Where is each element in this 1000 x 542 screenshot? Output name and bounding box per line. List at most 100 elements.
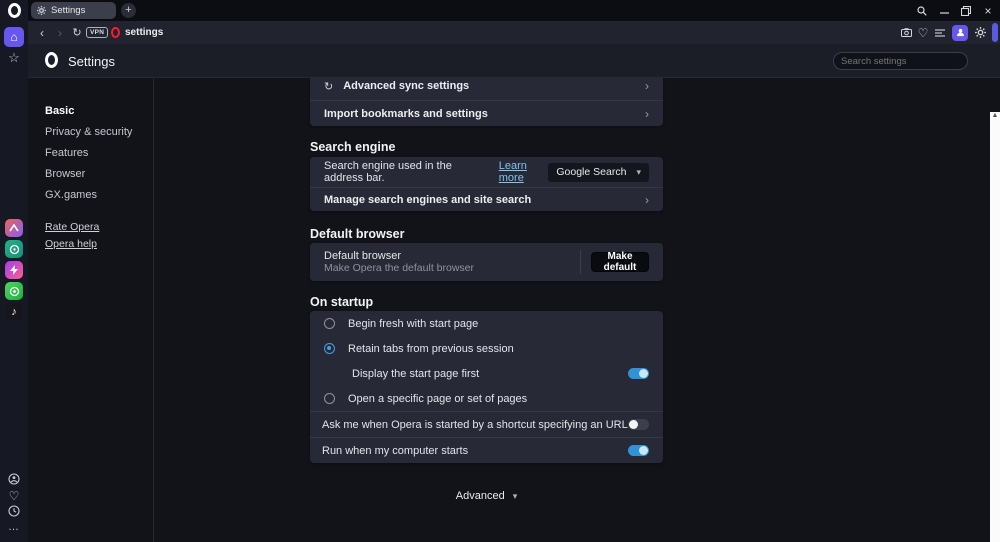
page-title: Settings xyxy=(68,54,115,69)
section-heading-search-engine: Search engine xyxy=(310,140,396,154)
default-browser-card: Default browser Make Opera the default b… xyxy=(310,243,663,281)
person-icon xyxy=(956,28,964,37)
radio-unchecked[interactable] xyxy=(324,393,335,404)
option-label: Begin fresh with start page xyxy=(348,317,479,330)
scrollbar-accent-thumb[interactable] xyxy=(992,23,998,42)
sidebar-item-basic[interactable]: Basic xyxy=(45,105,74,117)
toggle-off[interactable] xyxy=(628,419,649,430)
reload-icon[interactable]: ↻ xyxy=(68,21,86,44)
whatsapp-icon[interactable] xyxy=(5,282,23,300)
tab-settings[interactable]: Settings xyxy=(31,2,116,19)
history-clock-icon[interactable] xyxy=(0,505,28,517)
row-label: Manage search engines and site search xyxy=(324,193,532,206)
opera-logo-icon xyxy=(45,52,58,68)
add-bookmark-heart-icon[interactable]: ♡ xyxy=(914,21,932,44)
section-heading-on-startup: On startup xyxy=(310,295,374,309)
settings-page: Settings Basic Privacy & security Featur… xyxy=(28,44,1000,542)
search-settings-input[interactable] xyxy=(841,55,973,67)
new-tab-button[interactable]: + xyxy=(121,3,136,18)
forward-icon[interactable]: › xyxy=(51,21,69,44)
back-icon[interactable]: ‹ xyxy=(33,21,51,44)
settings-body: Basic Privacy & security Features Browse… xyxy=(28,78,1000,542)
selected-engine: Google Search xyxy=(556,166,627,178)
close-window-button[interactable]: × xyxy=(978,0,998,21)
settings-search[interactable] xyxy=(833,52,973,70)
radio-checked[interactable] xyxy=(324,343,335,354)
messenger-icon[interactable] xyxy=(5,261,23,279)
gear-icon xyxy=(37,6,46,15)
startup-option-row[interactable]: Run when my computer starts xyxy=(310,437,663,463)
startup-option-row[interactable]: Ask me when Opera is started by a shortc… xyxy=(310,411,663,437)
spotify-icon[interactable] xyxy=(5,240,23,258)
chevron-right-icon: › xyxy=(645,192,649,207)
search-engine-row: Search engine used in the address bar. L… xyxy=(310,157,663,187)
minimize-button[interactable] xyxy=(934,0,954,21)
make-default-button[interactable]: Make default xyxy=(591,251,649,273)
caret-down-icon: ▾ xyxy=(636,166,642,177)
easy-setup-gear-icon[interactable] xyxy=(971,21,989,44)
option-label: Ask me when Opera is started by a shortc… xyxy=(322,418,628,431)
caret-down-icon: ▾ xyxy=(512,490,518,501)
page-scrollbar[interactable]: ▲ xyxy=(990,112,1000,542)
section-heading-default-browser: Default browser xyxy=(310,227,405,241)
settings-page-header: Settings xyxy=(28,44,1000,78)
startup-option-row[interactable]: Retain tabs from previous session xyxy=(310,336,663,361)
rate-opera-link[interactable]: Rate Opera xyxy=(45,221,99,233)
button-divider xyxy=(580,250,581,274)
address-toolbar: ‹ › ↻ VPN settings ♡ xyxy=(28,21,1000,44)
chevron-right-icon: › xyxy=(645,79,649,93)
panels-icon[interactable] xyxy=(931,21,949,44)
chevron-right-icon: › xyxy=(645,106,649,121)
option-label: Display the start page first xyxy=(352,367,480,380)
vpn-badge[interactable]: VPN xyxy=(86,21,109,44)
row-title: Default browser xyxy=(324,250,402,262)
toggle-on[interactable] xyxy=(628,445,649,456)
search-engine-card: Search engine used in the address bar. L… xyxy=(310,157,663,211)
toggle-on[interactable] xyxy=(628,368,649,379)
sidebar-item-privacy-security[interactable]: Privacy & security xyxy=(45,126,132,138)
sidebar-item-gx-games[interactable]: GX.games xyxy=(45,189,97,201)
manage-search-engines-row[interactable]: Manage search engines and site search › xyxy=(310,187,663,211)
aria-icon[interactable] xyxy=(5,219,23,237)
learn-more-link[interactable]: Learn more xyxy=(499,160,549,184)
row-label: Advanced sync settings xyxy=(343,80,470,92)
advanced-expander[interactable]: Advanced ▾ xyxy=(310,490,663,502)
import-bookmarks-row[interactable]: Import bookmarks and settings › xyxy=(310,100,663,126)
home-icon: ⌂ xyxy=(10,30,18,44)
bookmarks-heart-icon[interactable]: ♡ xyxy=(0,489,28,503)
tiktok-icon[interactable]: ♪ xyxy=(5,303,23,321)
advanced-label: Advanced xyxy=(455,490,505,502)
snapshot-camera-icon[interactable] xyxy=(897,21,915,44)
option-label: Retain tabs from previous session xyxy=(348,342,514,355)
startup-option-row[interactable]: Open a specific page or set of pages xyxy=(310,386,663,411)
sync-icon: ↻ xyxy=(324,80,334,93)
option-label: Open a specific page or set of pages xyxy=(348,392,528,405)
sidebar-item-browser[interactable]: Browser xyxy=(45,168,85,180)
on-startup-card: Begin fresh with start page Retain tabs … xyxy=(310,311,663,463)
browser-sidebar: ⌂ ☆ ♪ ♡ … xyxy=(0,0,28,542)
scroll-up-arrow[interactable]: ▲ xyxy=(990,112,1000,120)
address-url[interactable]: settings xyxy=(125,21,163,44)
tab-bar: Settings + × xyxy=(28,0,1000,21)
search-tabs-icon[interactable] xyxy=(912,0,932,21)
sidebar-item-features[interactable]: Features xyxy=(45,147,88,159)
opera-help-link[interactable]: Opera help xyxy=(45,238,97,250)
row-subtitle: Make Opera the default browser xyxy=(324,262,474,274)
startup-option-row[interactable]: Begin fresh with start page xyxy=(310,311,663,336)
start-page-home-button[interactable]: ⌂ xyxy=(4,27,24,47)
search-engine-select[interactable]: Google Search ▾ xyxy=(548,162,650,182)
nav-divider xyxy=(153,78,154,542)
default-browser-row: Default browser Make Opera the default b… xyxy=(310,243,663,281)
row-label: Import bookmarks and settings xyxy=(324,107,488,120)
radio-unchecked[interactable] xyxy=(324,318,335,329)
profile-button[interactable] xyxy=(952,21,968,44)
bookmarks-star-icon[interactable]: ☆ xyxy=(0,50,28,66)
sync-import-card: ↻ Advanced sync settings › Import bookma… xyxy=(310,78,663,126)
restore-window-button[interactable] xyxy=(956,0,976,21)
player-profile-icon[interactable] xyxy=(0,473,28,485)
startup-option-row[interactable]: Display the start page first xyxy=(310,361,663,386)
more-options-ellipsis-icon[interactable]: … xyxy=(0,521,28,533)
tab-title: Settings xyxy=(51,5,86,16)
opera-favicon xyxy=(111,21,120,44)
advanced-sync-settings-row[interactable]: ↻ Advanced sync settings › xyxy=(310,78,663,100)
